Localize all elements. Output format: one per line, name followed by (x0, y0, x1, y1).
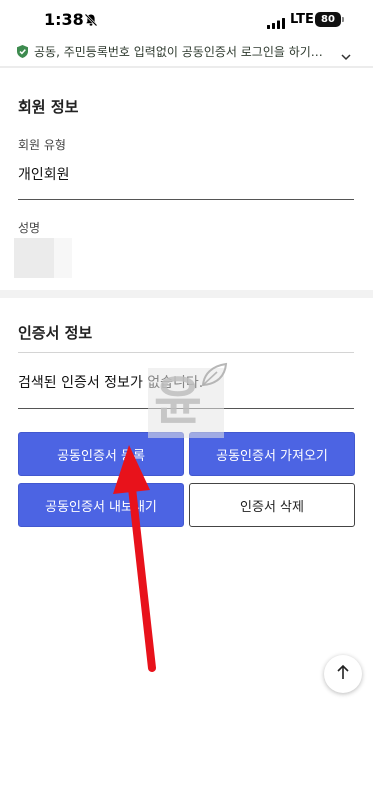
register-certificate-button[interactable]: 공동인증서 등록 (18, 432, 184, 476)
name-label: 성명 (18, 221, 41, 235)
scroll-top-button[interactable] (324, 655, 362, 693)
cert-info-title: 인증서 정보 (18, 324, 93, 342)
notice-divider (0, 66, 373, 68)
import-certificate-button[interactable]: 공동인증서 가져오기 (189, 432, 355, 476)
member-type-label: 회원 유형 (18, 138, 66, 152)
section-separator (0, 290, 373, 298)
member-type-divider (18, 199, 354, 200)
cert-title-divider (18, 352, 354, 353)
notice-banner[interactable]: 공동, 주민등록번호 입력없이 공동인증서 로그인을 하기… (0, 40, 373, 66)
member-info-title: 회원 정보 (18, 98, 79, 116)
status-bar: 1:38 LTE 80 (0, 0, 373, 40)
name-value-redacted-fade (54, 238, 72, 278)
watermark-logo: 윤 (148, 362, 230, 438)
status-time: 1:38 (44, 10, 84, 29)
member-type-value: 개인회원 (18, 167, 70, 183)
bell-off-icon (84, 12, 98, 31)
export-certificate-button[interactable]: 공동인증서 내보내기 (18, 483, 184, 527)
watermark-glyph: 윤 (154, 372, 202, 432)
arrow-up-icon (336, 664, 350, 684)
name-value-redacted (14, 238, 54, 278)
notice-text: 공동, 주민등록번호 입력없이 공동인증서 로그인을 하기… (34, 45, 323, 59)
delete-certificate-button[interactable]: 인증서 삭제 (189, 483, 355, 527)
signal-icon (267, 14, 285, 33)
shield-icon (16, 44, 29, 63)
battery-cap (342, 17, 344, 22)
network-type: LTE (290, 12, 314, 27)
battery-icon: 80 (315, 12, 341, 27)
leaf-icon (200, 362, 228, 392)
chevron-down-icon[interactable] (341, 46, 351, 65)
